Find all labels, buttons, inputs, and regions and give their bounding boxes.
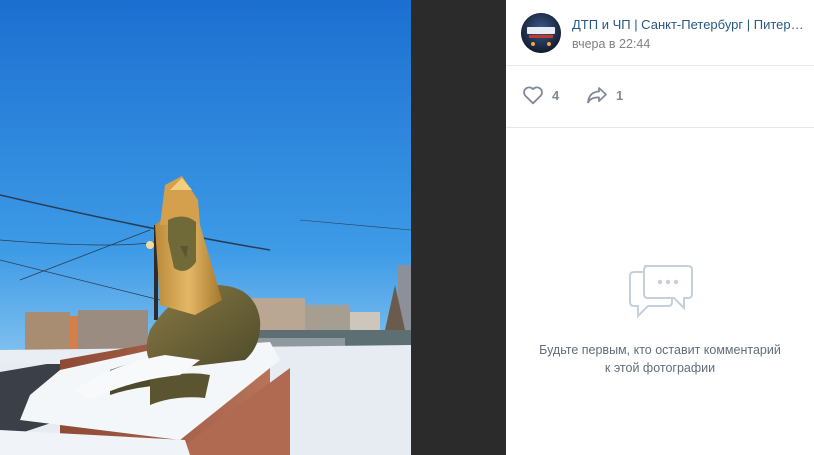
share-button[interactable]: 1: [585, 83, 623, 107]
post-time[interactable]: вчера в 22:44: [572, 36, 650, 53]
comments-empty-text: Будьте первым, кто оставит комментарий к…: [539, 343, 781, 375]
shares-count: 1: [616, 87, 624, 103]
photo-viewer: [0, 0, 506, 455]
post-author: ДТП и ЧП | Санкт-Петербург | Питер Онлай…: [506, 0, 814, 66]
like-button[interactable]: 4: [521, 83, 559, 107]
comments-bubble-icon: [628, 262, 694, 322]
post-photo[interactable]: [0, 0, 411, 455]
post-actions: 4 1: [506, 66, 814, 128]
side-panel: ДТП и ЧП | Санкт-Петербург | Питер Онлай…: [506, 0, 814, 455]
group-avatar-icon[interactable]: [521, 13, 561, 53]
likes-count: 4: [552, 87, 560, 103]
share-arrow-icon: [585, 83, 609, 107]
heart-icon: [521, 83, 545, 107]
comments-empty-state: Будьте первым, кто оставит комментарий к…: [506, 128, 814, 455]
author-name-link[interactable]: ДТП и ЧП | Санкт-Петербург | Питер Онлай…: [572, 16, 804, 33]
